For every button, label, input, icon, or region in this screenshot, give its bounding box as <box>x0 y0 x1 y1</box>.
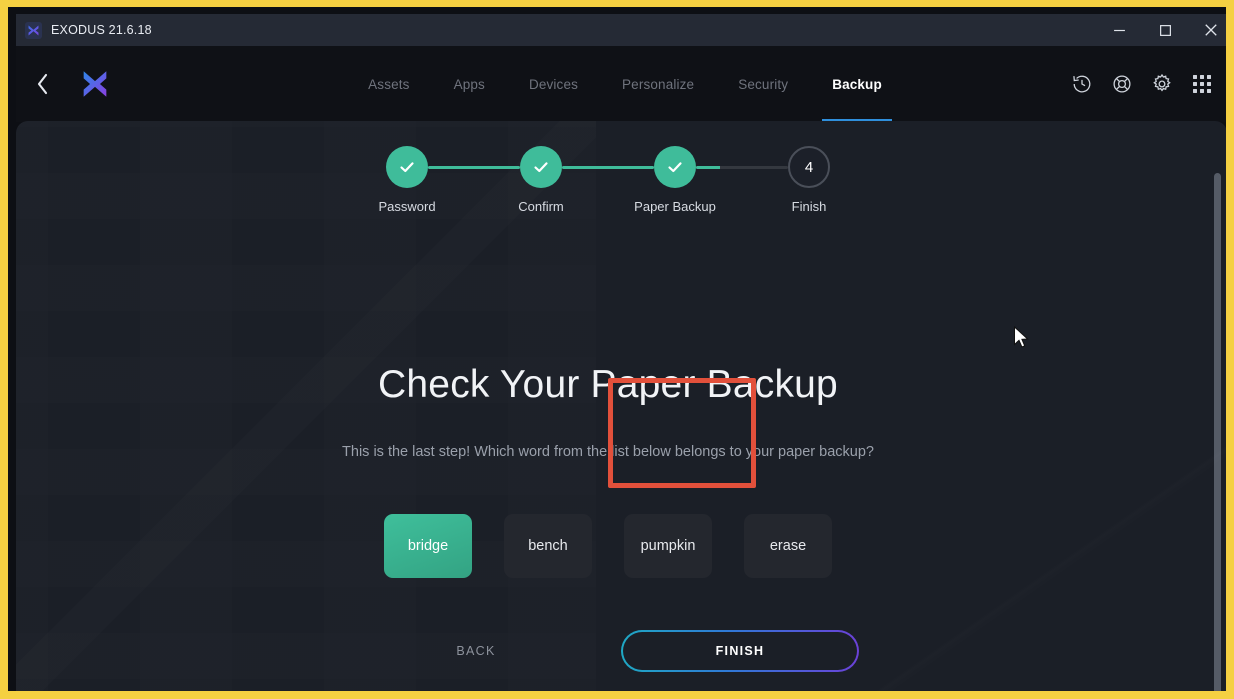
step-connector-2 <box>562 166 654 169</box>
word-option-erase[interactable]: erase <box>744 514 832 578</box>
word-label: erase <box>769 538 807 554</box>
finish-button[interactable]: FINISH <box>621 630 859 672</box>
back-button-label: BACK <box>456 644 496 658</box>
nav-label: Personalize <box>622 76 695 92</box>
nav-label: Devices <box>528 76 579 92</box>
step-connector-1 <box>428 166 520 169</box>
back-navigation-button[interactable] <box>25 66 61 102</box>
maximize-icon[interactable] <box>1142 14 1188 46</box>
finish-button-label: FINISH <box>715 644 765 658</box>
wizard-actions: BACK FINISH <box>16 630 1200 672</box>
step-connector-3 <box>696 166 788 169</box>
nav-item-assets[interactable]: Assets <box>346 46 431 122</box>
finish-button-inner: FINISH <box>622 631 858 671</box>
content-panel: Password Confirm Paper Backup 4 Finish C… <box>16 121 1226 691</box>
word-choice-group: bridge bench pumpkin erase <box>16 514 1200 578</box>
history-icon[interactable] <box>1066 68 1098 100</box>
nav-item-apps[interactable]: Apps <box>432 46 507 122</box>
backup-wizard: Password Confirm Paper Backup 4 Finish C… <box>16 121 1216 691</box>
back-button[interactable]: BACK <box>357 630 595 672</box>
close-icon[interactable] <box>1188 14 1226 46</box>
step-password[interactable]: Password <box>378 146 436 214</box>
help-lifering-icon[interactable] <box>1106 68 1138 100</box>
exodus-logo <box>77 66 113 102</box>
minimize-icon[interactable] <box>1096 14 1142 46</box>
step-finish[interactable]: 4 Finish <box>788 146 830 214</box>
step-paper-backup[interactable]: Paper Backup <box>634 146 716 214</box>
check-icon <box>668 162 682 173</box>
nav-label: Security <box>738 76 789 92</box>
app-header: Assets Apps Devices Personalize Security… <box>16 46 1226 122</box>
check-icon <box>534 162 548 173</box>
page-subtitle: This is the last step! Which word from t… <box>342 444 874 460</box>
nav-item-backup[interactable]: Backup <box>810 46 904 122</box>
nav-item-security[interactable]: Security <box>716 46 810 122</box>
wizard-stepper: Password Confirm Paper Backup 4 Finish <box>16 146 1200 214</box>
app-window: EXODUS 21.6.18 Assets Apps Devices Perso… <box>0 0 1234 699</box>
app-title: EXODUS 21.6.18 <box>51 23 152 37</box>
main-navigation: Assets Apps Devices Personalize Security… <box>16 46 1226 122</box>
step-label: Confirm <box>518 199 564 214</box>
nav-label: Backup <box>832 76 882 92</box>
word-option-pumpkin[interactable]: pumpkin <box>624 514 712 578</box>
header-icon-group <box>1066 46 1218 122</box>
word-label: pumpkin <box>640 538 696 554</box>
step-circle-pending: 4 <box>788 146 830 188</box>
window-controls <box>1096 14 1226 46</box>
titlebar-left-group: EXODUS 21.6.18 <box>16 21 152 39</box>
word-option-bridge[interactable]: bridge <box>384 514 472 578</box>
nav-label: Apps <box>453 76 485 92</box>
step-label: Paper Backup <box>634 199 716 214</box>
step-circle-complete <box>520 146 562 188</box>
window-titlebar: EXODUS 21.6.18 <box>16 14 1226 46</box>
step-circle-complete <box>654 146 696 188</box>
step-label: Finish <box>791 199 827 214</box>
nav-label: Assets <box>368 76 410 92</box>
word-label: bench <box>528 538 568 554</box>
step-number: 4 <box>804 158 814 176</box>
apps-grid-icon[interactable] <box>1186 68 1218 100</box>
page-title: Check Your Paper Backup <box>378 363 838 406</box>
word-option-bench[interactable]: bench <box>504 514 592 578</box>
exodus-x-logo-icon <box>25 21 42 39</box>
step-confirm[interactable]: Confirm <box>518 146 564 214</box>
word-label: bridge <box>407 538 449 554</box>
scrollbar-track[interactable] <box>1214 147 1224 691</box>
step-label: Password <box>378 199 436 214</box>
step-circle-complete <box>386 146 428 188</box>
nav-item-personalize[interactable]: Personalize <box>600 46 716 122</box>
check-icon <box>400 162 414 173</box>
settings-gear-icon[interactable] <box>1146 68 1178 100</box>
nav-item-devices[interactable]: Devices <box>507 46 600 122</box>
